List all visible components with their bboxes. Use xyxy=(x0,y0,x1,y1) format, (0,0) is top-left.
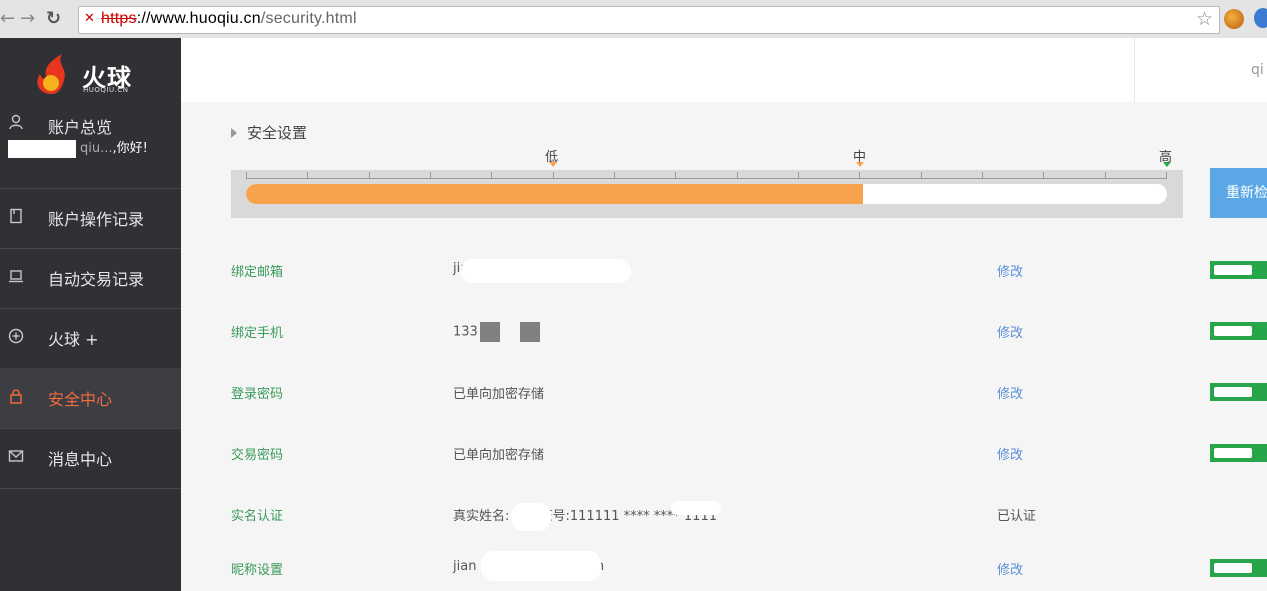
scale-tick xyxy=(736,172,738,178)
book-icon xyxy=(8,208,24,224)
sidebar-item-label: 安全中心 xyxy=(48,390,113,409)
setting-row-real-name: 实名认证 真实姓名: 身份证号:111111 **** **** 1111 已认… xyxy=(181,499,1267,531)
scale-tick xyxy=(614,172,615,178)
user-name[interactable]: qi xyxy=(1251,62,1264,78)
setting-value: 已单向加密存储 xyxy=(453,448,545,463)
setting-name: 绑定手机 xyxy=(231,326,284,341)
setting-row-email: 绑定邮箱 jiang 修改 xyxy=(181,255,1267,285)
setting-value: 133 xyxy=(453,322,540,342)
setting-name: 实名认证 xyxy=(231,509,284,524)
forward-icon[interactable]: → xyxy=(20,8,35,29)
setting-row-phone: 绑定手机 133 修改 xyxy=(181,316,1267,346)
status-ok-badge xyxy=(1210,559,1267,577)
logo-domain: HUOQIU.CN xyxy=(83,86,129,94)
edit-link[interactable]: 修改 xyxy=(997,322,1023,341)
security-panel: 安全设置 低 中 高 重新检 绑定邮箱 jiang 修改 绑定手机 133 修改… xyxy=(181,102,1267,591)
scale-tick xyxy=(552,172,554,178)
scale-tick xyxy=(675,172,677,178)
edit-link[interactable]: 修改 xyxy=(997,559,1023,578)
setting-value: 已单向加密存储 xyxy=(453,387,545,402)
redaction-mask xyxy=(481,551,601,581)
sidebar-item-label: 账户操作记录 xyxy=(48,210,145,229)
edit-link[interactable]: 修改 xyxy=(997,444,1023,463)
address-bar[interactable]: ✕ https://www.huoqiu.cn/security.html ☆ xyxy=(78,6,1220,34)
scale-tick xyxy=(1043,172,1045,178)
scale-tick xyxy=(368,172,370,178)
sidebar-item-messages[interactable]: 消息中心 xyxy=(0,428,181,489)
sidebar-item-auto-trade-log[interactable]: 自动交易记录 xyxy=(0,248,181,309)
extension-icon[interactable] xyxy=(1254,8,1267,28)
laptop-icon xyxy=(8,268,24,284)
scale-tick xyxy=(859,172,861,178)
sidebar-item-label: 消息中心 xyxy=(48,450,113,469)
reload-icon[interactable]: ↻ xyxy=(46,8,61,29)
level-high-marker xyxy=(1163,162,1171,167)
setting-name: 登录密码 xyxy=(231,387,284,402)
edit-link[interactable]: 修改 xyxy=(997,261,1023,280)
scale-tick xyxy=(798,172,799,178)
lock-icon xyxy=(8,388,24,404)
flame-logo-icon xyxy=(37,54,65,94)
sidebar-item-label: 账户总览 xyxy=(48,118,113,137)
sidebar-item-label: 自动交易记录 xyxy=(48,270,145,289)
status-ok-badge xyxy=(1210,261,1267,279)
redaction-square xyxy=(519,322,540,342)
scale-tick xyxy=(1104,172,1106,178)
sidebar-item-huoqiu-plus[interactable]: 火球 + xyxy=(0,308,181,369)
status-ok-badge xyxy=(1210,322,1267,340)
recheck-button[interactable]: 重新检 xyxy=(1210,168,1267,218)
verified-status: 已认证 xyxy=(997,509,1037,524)
divider xyxy=(1134,38,1135,102)
redaction-mask xyxy=(511,503,551,531)
url-text: https://www.huoqiu.cn/security.html xyxy=(101,10,357,27)
top-header: qi xyxy=(181,38,1267,102)
setting-row-nickname: 昵称设置 jianm 修改 xyxy=(181,551,1267,583)
security-scale xyxy=(246,168,1167,179)
edit-link[interactable]: 修改 xyxy=(997,383,1023,402)
sidebar-item-overview[interactable]: 账户总览 qiu...,你好! xyxy=(0,104,181,189)
scale-tick xyxy=(246,172,247,178)
setting-name: 绑定邮箱 xyxy=(231,265,284,280)
scale-tick xyxy=(307,172,309,178)
scale-tick xyxy=(1166,172,1167,178)
setting-name: 昵称设置 xyxy=(231,563,284,578)
security-progress-fill xyxy=(246,184,864,204)
sidebar-item-security[interactable]: 安全中心 xyxy=(0,368,181,429)
redaction-square xyxy=(479,322,500,342)
plus-circle-icon xyxy=(8,328,24,344)
logo[interactable]: 火球 HUOQIU.CN xyxy=(32,48,142,96)
sidebar-item-label: 火球 + xyxy=(48,330,99,349)
insecure-icon: ✕ xyxy=(84,11,95,26)
sidebar: 火球 HUOQIU.CN 账户总览 qiu...,你好! 账户操作记录 自动交易… xyxy=(0,38,181,591)
status-ok-badge xyxy=(1210,444,1267,462)
security-progress-track xyxy=(246,184,1167,204)
redaction-mask xyxy=(671,501,721,515)
section-title: 安全设置 xyxy=(231,122,307,143)
setting-row-trade-password: 交易密码 已单向加密存储 修改 xyxy=(181,438,1267,468)
scale-tick xyxy=(430,172,431,178)
user-greeting: qiu...,你好! xyxy=(8,137,148,158)
setting-name: 交易密码 xyxy=(231,448,284,463)
redaction-mask xyxy=(461,259,631,283)
scale-tick xyxy=(491,172,493,178)
sidebar-item-account-log[interactable]: 账户操作记录 xyxy=(0,188,181,249)
level-low-marker xyxy=(549,162,557,167)
scale-tick xyxy=(920,172,922,178)
status-ok-badge xyxy=(1210,383,1267,401)
extension-icon[interactable] xyxy=(1224,9,1244,29)
level-mid-marker xyxy=(856,162,864,167)
back-icon[interactable]: ← xyxy=(0,8,15,29)
mail-icon xyxy=(8,448,24,464)
setting-row-login-password: 登录密码 已单向加密存储 修改 xyxy=(181,377,1267,407)
scale-tick xyxy=(982,172,983,178)
caret-right-icon xyxy=(231,128,237,138)
browser-toolbar: ← → ↻ ✕ https://www.huoqiu.cn/security.h… xyxy=(0,0,1267,39)
user-icon xyxy=(8,114,24,130)
bookmark-star-icon[interactable]: ☆ xyxy=(1196,8,1213,30)
